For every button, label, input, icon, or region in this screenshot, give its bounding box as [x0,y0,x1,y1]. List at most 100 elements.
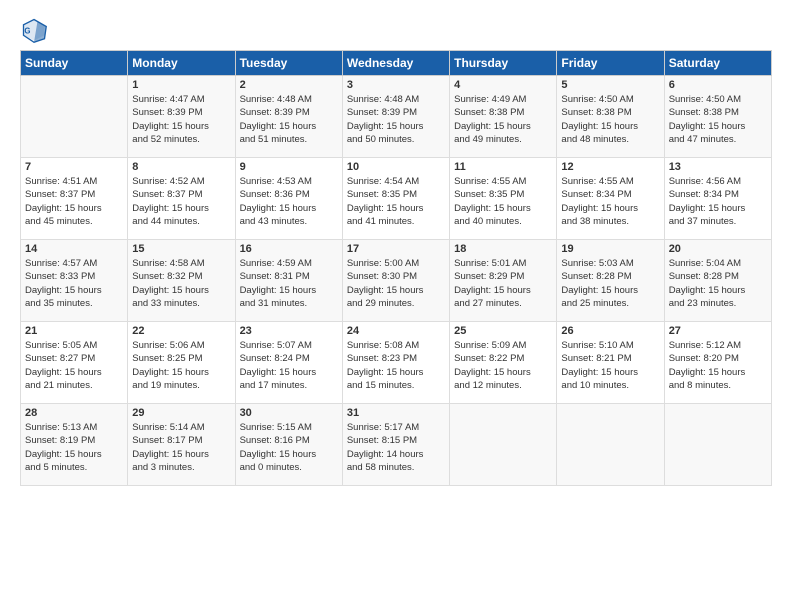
day-number: 27 [669,325,767,337]
week-row-3: 14 Sunrise: 4:57 AM Sunset: 8:33 PM Dayli… [21,240,772,322]
day-info: Sunrise: 4:50 AM Sunset: 8:38 PM Dayligh… [669,93,767,146]
day-cell: 22 Sunrise: 5:06 AM Sunset: 8:25 PM Dayli… [128,322,235,404]
header: G [20,16,772,44]
column-header-sunday: Sunday [21,51,128,76]
day-info: Sunrise: 4:59 AM Sunset: 8:31 PM Dayligh… [240,257,338,310]
day-info: Sunrise: 5:17 AM Sunset: 8:15 PM Dayligh… [347,421,445,474]
day-number: 4 [454,79,552,91]
day-number: 14 [25,243,123,255]
day-info: Sunrise: 5:09 AM Sunset: 8:22 PM Dayligh… [454,339,552,392]
day-info: Sunrise: 5:00 AM Sunset: 8:30 PM Dayligh… [347,257,445,310]
column-header-thursday: Thursday [450,51,557,76]
day-info: Sunrise: 5:08 AM Sunset: 8:23 PM Dayligh… [347,339,445,392]
day-cell: 2 Sunrise: 4:48 AM Sunset: 8:39 PM Daylig… [235,76,342,158]
column-headers: SundayMondayTuesdayWednesdayThursdayFrid… [21,51,772,76]
day-cell: 14 Sunrise: 4:57 AM Sunset: 8:33 PM Dayli… [21,240,128,322]
day-number: 8 [132,161,230,173]
day-info: Sunrise: 4:49 AM Sunset: 8:38 PM Dayligh… [454,93,552,146]
day-cell: 12 Sunrise: 4:55 AM Sunset: 8:34 PM Dayli… [557,158,664,240]
day-number: 25 [454,325,552,337]
day-cell: 5 Sunrise: 4:50 AM Sunset: 8:38 PM Daylig… [557,76,664,158]
day-cell: 10Sunrise: 4:54 AM Sunset: 8:35 PM Dayli… [342,158,449,240]
day-info: Sunrise: 4:52 AM Sunset: 8:37 PM Dayligh… [132,175,230,228]
day-cell: 9 Sunrise: 4:53 AM Sunset: 8:36 PM Daylig… [235,158,342,240]
day-number: 7 [25,161,123,173]
day-number: 11 [454,161,552,173]
column-header-tuesday: Tuesday [235,51,342,76]
day-info: Sunrise: 4:58 AM Sunset: 8:32 PM Dayligh… [132,257,230,310]
day-number: 6 [669,79,767,91]
day-number: 15 [132,243,230,255]
day-cell: 8 Sunrise: 4:52 AM Sunset: 8:37 PM Daylig… [128,158,235,240]
column-header-wednesday: Wednesday [342,51,449,76]
day-cell: 11 Sunrise: 4:55 AM Sunset: 8:35 PM Dayli… [450,158,557,240]
day-cell: 4 Sunrise: 4:49 AM Sunset: 8:38 PM Daylig… [450,76,557,158]
day-number: 18 [454,243,552,255]
day-info: Sunrise: 5:12 AM Sunset: 8:20 PM Dayligh… [669,339,767,392]
day-cell [664,404,771,486]
day-info: Sunrise: 5:05 AM Sunset: 8:27 PM Dayligh… [25,339,123,392]
day-number: 31 [347,407,445,419]
calendar-page: G SundayMondayTuesdayWednesdayThursdayFr… [0,0,792,612]
day-info: Sunrise: 4:55 AM Sunset: 8:34 PM Dayligh… [561,175,659,228]
day-number: 12 [561,161,659,173]
day-cell: 24 Sunrise: 5:08 AM Sunset: 8:23 PM Dayli… [342,322,449,404]
day-info: Sunrise: 4:47 AM Sunset: 8:39 PM Dayligh… [132,93,230,146]
day-number: 24 [347,325,445,337]
day-cell: 30Sunrise: 5:15 AM Sunset: 8:16 PM Dayli… [235,404,342,486]
day-cell: 18Sunrise: 5:01 AM Sunset: 8:29 PM Dayli… [450,240,557,322]
day-number: 16 [240,243,338,255]
day-number: 9 [240,161,338,173]
day-info: Sunrise: 4:48 AM Sunset: 8:39 PM Dayligh… [347,93,445,146]
day-cell: 29Sunrise: 5:14 AM Sunset: 8:17 PM Dayli… [128,404,235,486]
day-cell: 23 Sunrise: 5:07 AM Sunset: 8:24 PM Dayli… [235,322,342,404]
day-info: Sunrise: 4:57 AM Sunset: 8:33 PM Dayligh… [25,257,123,310]
day-cell: 21Sunrise: 5:05 AM Sunset: 8:27 PM Dayli… [21,322,128,404]
day-info: Sunrise: 5:07 AM Sunset: 8:24 PM Dayligh… [240,339,338,392]
day-number: 20 [669,243,767,255]
column-header-saturday: Saturday [664,51,771,76]
day-number: 3 [347,79,445,91]
day-cell: 16 Sunrise: 4:59 AM Sunset: 8:31 PM Dayli… [235,240,342,322]
day-info: Sunrise: 4:56 AM Sunset: 8:34 PM Dayligh… [669,175,767,228]
day-number: 13 [669,161,767,173]
day-info: Sunrise: 4:55 AM Sunset: 8:35 PM Dayligh… [454,175,552,228]
day-info: Sunrise: 5:06 AM Sunset: 8:25 PM Dayligh… [132,339,230,392]
day-cell: 31 Sunrise: 5:17 AM Sunset: 8:15 PM Dayli… [342,404,449,486]
day-number: 26 [561,325,659,337]
column-header-monday: Monday [128,51,235,76]
day-info: Sunrise: 5:15 AM Sunset: 8:16 PM Dayligh… [240,421,338,474]
day-cell: 15 Sunrise: 4:58 AM Sunset: 8:32 PM Dayli… [128,240,235,322]
day-number: 23 [240,325,338,337]
day-cell [557,404,664,486]
day-info: Sunrise: 5:10 AM Sunset: 8:21 PM Dayligh… [561,339,659,392]
day-cell: 28Sunrise: 5:13 AM Sunset: 8:19 PM Dayli… [21,404,128,486]
svg-text:G: G [24,27,30,36]
day-cell: 13 Sunrise: 4:56 AM Sunset: 8:34 PM Dayli… [664,158,771,240]
day-cell: 19 Sunrise: 5:03 AM Sunset: 8:28 PM Dayli… [557,240,664,322]
calendar-table: SundayMondayTuesdayWednesdayThursdayFrid… [20,50,772,486]
day-cell: 20Sunrise: 5:04 AM Sunset: 8:28 PM Dayli… [664,240,771,322]
day-number: 2 [240,79,338,91]
day-info: Sunrise: 4:50 AM Sunset: 8:38 PM Dayligh… [561,93,659,146]
week-row-5: 28Sunrise: 5:13 AM Sunset: 8:19 PM Dayli… [21,404,772,486]
day-cell: 17 Sunrise: 5:00 AM Sunset: 8:30 PM Dayli… [342,240,449,322]
day-info: Sunrise: 5:03 AM Sunset: 8:28 PM Dayligh… [561,257,659,310]
day-number: 19 [561,243,659,255]
week-row-2: 7 Sunrise: 4:51 AM Sunset: 8:37 PM Daylig… [21,158,772,240]
day-info: Sunrise: 4:54 AM Sunset: 8:35 PM Dayligh… [347,175,445,228]
day-cell [450,404,557,486]
week-row-4: 21Sunrise: 5:05 AM Sunset: 8:27 PM Dayli… [21,322,772,404]
day-cell: 27 Sunrise: 5:12 AM Sunset: 8:20 PM Dayli… [664,322,771,404]
day-number: 22 [132,325,230,337]
day-number: 1 [132,79,230,91]
day-info: Sunrise: 4:51 AM Sunset: 8:37 PM Dayligh… [25,175,123,228]
day-number: 5 [561,79,659,91]
day-cell [21,76,128,158]
day-info: Sunrise: 4:53 AM Sunset: 8:36 PM Dayligh… [240,175,338,228]
day-cell: 1 Sunrise: 4:47 AM Sunset: 8:39 PM Daylig… [128,76,235,158]
day-info: Sunrise: 4:48 AM Sunset: 8:39 PM Dayligh… [240,93,338,146]
day-number: 17 [347,243,445,255]
day-cell: 26 Sunrise: 5:10 AM Sunset: 8:21 PM Dayli… [557,322,664,404]
logo: G [20,16,52,44]
